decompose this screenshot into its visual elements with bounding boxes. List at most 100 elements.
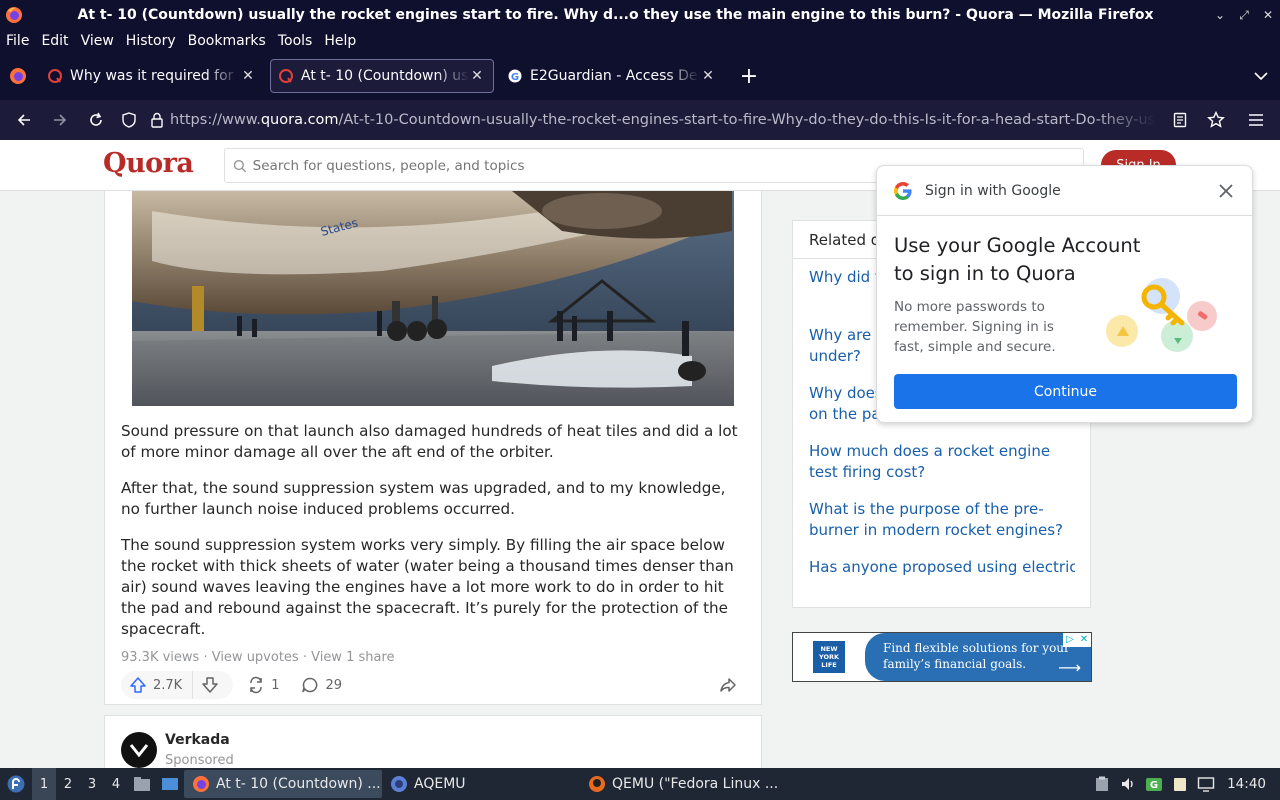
system-tray: G 14:40 [1089, 768, 1280, 800]
notes-icon[interactable] [1167, 768, 1193, 800]
taskbar-task-qemu[interactable]: QEMU ("Fedora Linux ... [580, 770, 780, 798]
new-tab-plus-icon[interactable]: + [734, 64, 764, 89]
menu-edit[interactable]: Edit [35, 33, 74, 49]
url-path: /At-t-10-Countdown-usually-the-rocket-en… [338, 112, 1156, 128]
taskbar-task-aqemu[interactable]: AQEMU [382, 770, 580, 798]
clock[interactable]: 14:40 [1219, 776, 1280, 792]
volume-icon[interactable] [1115, 768, 1141, 800]
ad-close-icon[interactable]: ✕ [1077, 633, 1091, 647]
url-prefix: https://www. [170, 112, 261, 128]
bookmark-star-icon[interactable] [1198, 105, 1234, 135]
menu-help[interactable]: Help [318, 33, 362, 49]
share-button[interactable] [719, 671, 743, 699]
firefox-icon [10, 68, 26, 84]
quora-logo[interactable]: Quora [103, 148, 194, 179]
file-manager-icon[interactable] [128, 768, 156, 800]
tab-label: At t- 10 (Countdown) usually [301, 68, 469, 84]
workspace-4[interactable]: 4 [104, 768, 128, 800]
workspace-1[interactable]: 1 [32, 768, 56, 800]
sponsor-name[interactable]: Verkada [165, 732, 230, 748]
tab-close-icon[interactable]: ✕ [700, 68, 716, 84]
menu-history[interactable]: History [120, 33, 182, 49]
close-icon[interactable] [1214, 179, 1238, 203]
related-question-link[interactable]: How much does a rocket engine test firin… [809, 441, 1075, 483]
menu-view[interactable]: View [75, 33, 120, 49]
forward-arrow-icon[interactable] [42, 105, 78, 135]
ad-controls: ▷ ✕ [1063, 633, 1091, 647]
list-all-tabs-chevron-icon[interactable] [1254, 66, 1268, 85]
google-sign-in-header-label: Sign in with Google [925, 182, 1061, 199]
comment-bubble-icon [302, 677, 318, 693]
ad-arrow-icon: ⟶ [1058, 658, 1081, 677]
window-titlebar: At t- 10 (Countdown) usually the rocket … [0, 0, 1280, 30]
new-york-life-logo: NEW YORK LIFE [813, 641, 845, 673]
comment-button[interactable]: 29 [301, 671, 342, 699]
menu-tools[interactable]: Tools [272, 33, 319, 49]
navigation-toolbar: https://www.quora.com/At-t-10-Countdown-… [0, 100, 1280, 140]
menu-bookmarks[interactable]: Bookmarks [182, 33, 272, 49]
tab-at-t-10-countdown[interactable]: At t- 10 (Countdown) usually ✕ [270, 59, 494, 93]
reshare-icon [250, 676, 262, 694]
space-shuttle-photo: States [132, 191, 734, 406]
aqemu-icon [391, 776, 407, 792]
workspace-3[interactable]: 3 [80, 768, 104, 800]
svg-text:G: G [1150, 780, 1158, 791]
firefox-icon [193, 776, 209, 792]
hamburger-menu-icon[interactable] [1238, 105, 1274, 135]
answer-paragraph: The sound suppression system works very … [121, 536, 734, 638]
google-sign-in-prompt: Sign in with Google Use your Google Acco… [876, 165, 1253, 423]
window-title: At t- 10 (Countdown) usually the rocket … [77, 7, 1154, 23]
qemu-icon [589, 776, 605, 792]
menu-file[interactable]: File [0, 33, 35, 49]
reload-icon[interactable] [78, 105, 114, 135]
ad-text: Find flexible solutions for your family’… [883, 641, 1070, 671]
tab-why-was-it-required[interactable]: Why was it required for the ✕ [40, 59, 264, 93]
related-question-link[interactable]: Has anyone proposed using electric turbo… [809, 557, 1075, 578]
menubar: File Edit View History Bookmarks Tools H… [0, 30, 1280, 52]
ad-banner[interactable]: NEW YORK LIFE Find flexible solutions fo… [792, 632, 1092, 682]
taskbar-task-label: At t- 10 (Countdown) ... [216, 776, 381, 792]
share-count-button[interactable]: 1 [247, 671, 279, 699]
back-arrow-icon[interactable] [6, 105, 42, 135]
firefox-logo-icon [6, 7, 22, 23]
upvote-button[interactable]: 2.7K [129, 671, 194, 699]
downvote-button[interactable] [193, 671, 225, 699]
taskbar-task-firefox[interactable]: At t- 10 (Countdown) ... [184, 770, 382, 798]
tab-e2guardian[interactable]: G E2Guardian - Access Denied ✕ [500, 59, 724, 93]
lock-icon[interactable] [144, 105, 170, 135]
url-bar[interactable]: https://www.quora.com/At-t-10-Countdown-… [170, 105, 1156, 135]
share-count: 1 [271, 677, 280, 693]
system-taskbar: 1 2 3 4 At t- 10 (Countdown) ... AQEMU Q… [0, 768, 1280, 800]
window-maximize-icon[interactable]: ⤢ [1232, 8, 1256, 23]
verkada-logo-icon [121, 732, 157, 768]
web-page: Quora Sign In States [0, 140, 1280, 768]
tab-close-icon[interactable]: ✕ [469, 68, 485, 84]
quora-favicon-icon [279, 69, 293, 83]
related-question-link[interactable]: What is the purpose of the pre-burner in… [809, 499, 1075, 541]
window-close-icon[interactable]: ✕ [1256, 8, 1280, 22]
clipboard-icon[interactable] [1089, 768, 1115, 800]
upvote-arrow-icon [130, 677, 146, 693]
firefox-view-button[interactable] [0, 59, 36, 93]
window-menu-icon[interactable]: ⌄ [1208, 8, 1232, 22]
sponsored-card[interactable]: Verkada Sponsored [104, 715, 762, 768]
taskbar-task-label: QEMU ("Fedora Linux ... [612, 776, 779, 792]
answer-paragraph: After that, the sound suppression system… [121, 479, 726, 518]
workspace-2[interactable]: 2 [56, 768, 80, 800]
google-favicon-icon: G [508, 69, 522, 83]
start-menu-icon[interactable] [0, 768, 32, 800]
display-icon[interactable] [1193, 768, 1219, 800]
tab-label: E2Guardian - Access Denied [530, 68, 700, 84]
share-arrow-icon [720, 678, 736, 692]
tab-close-icon[interactable]: ✕ [240, 68, 256, 84]
answer-meta[interactable]: 93.3K views · View upvotes · View 1 shar… [121, 650, 395, 665]
show-desktop-icon[interactable] [156, 768, 184, 800]
tracking-protection-shield-icon[interactable] [114, 105, 144, 135]
adchoices-icon[interactable]: ▷ [1063, 633, 1077, 647]
network-manager-icon[interactable]: G [1141, 768, 1167, 800]
google-sign-in-header: Sign in with Google [877, 166, 1252, 216]
reader-view-icon[interactable] [1162, 105, 1198, 135]
continue-button[interactable]: Continue [894, 374, 1237, 409]
google-g-icon [894, 181, 912, 200]
url-domain: quora.com [260, 112, 339, 128]
